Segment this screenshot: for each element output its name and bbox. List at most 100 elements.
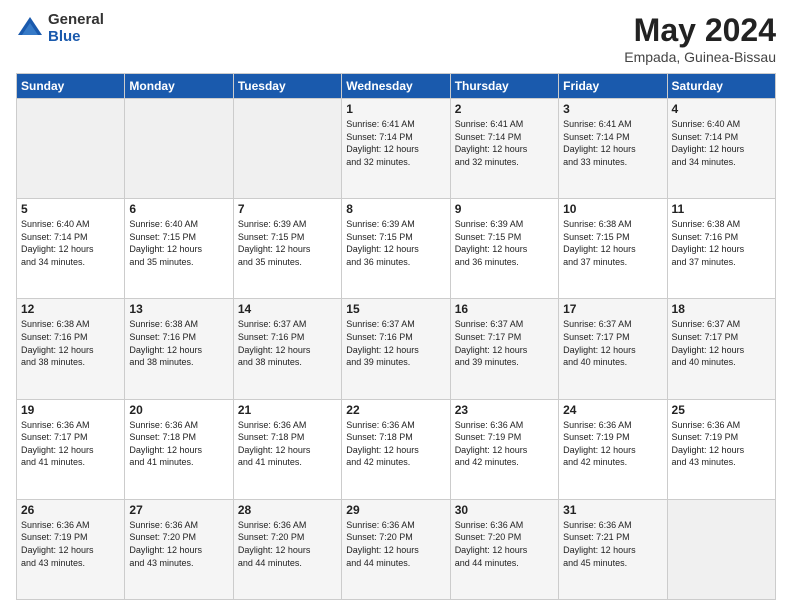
table-row: 22 Sunrise: 6:36 AM Sunset: 7:18 PM Dayli… xyxy=(342,399,450,499)
subtitle: Empada, Guinea-Bissau xyxy=(624,49,776,65)
day-number: 9 xyxy=(455,202,554,216)
day-number: 2 xyxy=(455,102,554,116)
table-row xyxy=(17,99,125,199)
day-info: Sunrise: 6:36 AM Sunset: 7:19 PM Dayligh… xyxy=(672,419,771,469)
table-row: 30 Sunrise: 6:36 AM Sunset: 7:20 PM Dayli… xyxy=(450,499,558,599)
day-number: 23 xyxy=(455,403,554,417)
table-row: 8 Sunrise: 6:39 AM Sunset: 7:15 PM Daylig… xyxy=(342,199,450,299)
table-row: 24Sunrise: 6:36 AM Sunset: 7:19 PM Dayli… xyxy=(559,399,667,499)
calendar-table: Sunday Monday Tuesday Wednesday Thursday… xyxy=(16,73,776,600)
day-info: Sunrise: 6:36 AM Sunset: 7:19 PM Dayligh… xyxy=(455,419,554,469)
day-number: 18 xyxy=(672,302,771,316)
col-tuesday: Tuesday xyxy=(233,74,341,99)
table-row: 28 Sunrise: 6:36 AM Sunset: 7:20 PM Dayli… xyxy=(233,499,341,599)
table-row: 21 Sunrise: 6:36 AM Sunset: 7:18 PM Dayli… xyxy=(233,399,341,499)
day-number: 14 xyxy=(238,302,337,316)
day-info: Sunrise: 6:39 AM Sunset: 7:15 PM Dayligh… xyxy=(346,218,445,268)
day-number: 19 xyxy=(21,403,120,417)
day-info: Sunrise: 6:36 AM Sunset: 7:18 PM Dayligh… xyxy=(346,419,445,469)
day-number: 31 xyxy=(563,503,662,517)
logo-blue: Blue xyxy=(48,29,104,46)
table-row: 31 Sunrise: 6:36 AM Sunset: 7:21 PM Dayli… xyxy=(559,499,667,599)
day-info: Sunrise: 6:36 AM Sunset: 7:20 PM Dayligh… xyxy=(455,519,554,569)
table-row: 15 Sunrise: 6:37 AM Sunset: 7:16 PM Dayli… xyxy=(342,299,450,399)
table-row: 10 Sunrise: 6:38 AM Sunset: 7:15 PM Dayli… xyxy=(559,199,667,299)
day-info: Sunrise: 6:36 AM Sunset: 7:21 PM Dayligh… xyxy=(563,519,662,569)
day-number: 8 xyxy=(346,202,445,216)
day-info: Sunrise: 6:38 AM Sunset: 7:16 PM Dayligh… xyxy=(129,318,228,368)
table-row: 2Sunrise: 6:41 AM Sunset: 7:14 PM Daylig… xyxy=(450,99,558,199)
calendar-week-row: 12 Sunrise: 6:38 AM Sunset: 7:16 PM Dayli… xyxy=(17,299,776,399)
day-number: 12 xyxy=(21,302,120,316)
title-block: May 2024 Empada, Guinea-Bissau xyxy=(624,12,776,65)
day-info: Sunrise: 6:36 AM Sunset: 7:20 PM Dayligh… xyxy=(346,519,445,569)
table-row: 6Sunrise: 6:40 AM Sunset: 7:15 PM Daylig… xyxy=(125,199,233,299)
col-sunday: Sunday xyxy=(17,74,125,99)
table-row: 9Sunrise: 6:39 AM Sunset: 7:15 PM Daylig… xyxy=(450,199,558,299)
col-wednesday: Wednesday xyxy=(342,74,450,99)
day-info: Sunrise: 6:38 AM Sunset: 7:16 PM Dayligh… xyxy=(21,318,120,368)
table-row: 14 Sunrise: 6:37 AM Sunset: 7:16 PM Dayli… xyxy=(233,299,341,399)
day-number: 26 xyxy=(21,503,120,517)
col-monday: Monday xyxy=(125,74,233,99)
day-number: 29 xyxy=(346,503,445,517)
calendar-header-row: Sunday Monday Tuesday Wednesday Thursday… xyxy=(17,74,776,99)
day-number: 28 xyxy=(238,503,337,517)
table-row xyxy=(667,499,775,599)
day-info: Sunrise: 6:36 AM Sunset: 7:18 PM Dayligh… xyxy=(129,419,228,469)
logo-general: General xyxy=(48,12,104,29)
day-number: 22 xyxy=(346,403,445,417)
table-row: 26Sunrise: 6:36 AM Sunset: 7:19 PM Dayli… xyxy=(17,499,125,599)
col-saturday: Saturday xyxy=(667,74,775,99)
day-info: Sunrise: 6:37 AM Sunset: 7:16 PM Dayligh… xyxy=(238,318,337,368)
day-info: Sunrise: 6:37 AM Sunset: 7:17 PM Dayligh… xyxy=(672,318,771,368)
day-number: 7 xyxy=(238,202,337,216)
day-info: Sunrise: 6:40 AM Sunset: 7:14 PM Dayligh… xyxy=(21,218,120,268)
day-number: 5 xyxy=(21,202,120,216)
table-row: 16 Sunrise: 6:37 AM Sunset: 7:17 PM Dayli… xyxy=(450,299,558,399)
col-thursday: Thursday xyxy=(450,74,558,99)
day-number: 21 xyxy=(238,403,337,417)
day-info: Sunrise: 6:36 AM Sunset: 7:18 PM Dayligh… xyxy=(238,419,337,469)
day-number: 24 xyxy=(563,403,662,417)
day-number: 27 xyxy=(129,503,228,517)
day-info: Sunrise: 6:36 AM Sunset: 7:20 PM Dayligh… xyxy=(129,519,228,569)
day-number: 10 xyxy=(563,202,662,216)
day-number: 25 xyxy=(672,403,771,417)
day-number: 20 xyxy=(129,403,228,417)
table-row: 20 Sunrise: 6:36 AM Sunset: 7:18 PM Dayli… xyxy=(125,399,233,499)
day-info: Sunrise: 6:38 AM Sunset: 7:15 PM Dayligh… xyxy=(563,218,662,268)
logo-text: General Blue xyxy=(48,12,104,45)
day-number: 13 xyxy=(129,302,228,316)
table-row: 18 Sunrise: 6:37 AM Sunset: 7:17 PM Dayli… xyxy=(667,299,775,399)
logo-icon xyxy=(16,15,44,43)
table-row: 25 Sunrise: 6:36 AM Sunset: 7:19 PM Dayli… xyxy=(667,399,775,499)
table-row: 29 Sunrise: 6:36 AM Sunset: 7:20 PM Dayli… xyxy=(342,499,450,599)
table-row xyxy=(125,99,233,199)
day-number: 11 xyxy=(672,202,771,216)
day-info: Sunrise: 6:36 AM Sunset: 7:20 PM Dayligh… xyxy=(238,519,337,569)
table-row: 27 Sunrise: 6:36 AM Sunset: 7:20 PM Dayli… xyxy=(125,499,233,599)
col-friday: Friday xyxy=(559,74,667,99)
table-row: 13 Sunrise: 6:38 AM Sunset: 7:16 PM Dayli… xyxy=(125,299,233,399)
day-number: 4 xyxy=(672,102,771,116)
day-number: 30 xyxy=(455,503,554,517)
day-info: Sunrise: 6:37 AM Sunset: 7:16 PM Dayligh… xyxy=(346,318,445,368)
day-info: Sunrise: 6:40 AM Sunset: 7:14 PM Dayligh… xyxy=(672,118,771,168)
day-number: 15 xyxy=(346,302,445,316)
calendar-week-row: 26Sunrise: 6:36 AM Sunset: 7:19 PM Dayli… xyxy=(17,499,776,599)
day-info: Sunrise: 6:41 AM Sunset: 7:14 PM Dayligh… xyxy=(563,118,662,168)
day-info: Sunrise: 6:41 AM Sunset: 7:14 PM Dayligh… xyxy=(346,118,445,168)
day-info: Sunrise: 6:39 AM Sunset: 7:15 PM Dayligh… xyxy=(238,218,337,268)
day-number: 6 xyxy=(129,202,228,216)
calendar-week-row: 1Sunrise: 6:41 AM Sunset: 7:14 PM Daylig… xyxy=(17,99,776,199)
day-info: Sunrise: 6:37 AM Sunset: 7:17 PM Dayligh… xyxy=(455,318,554,368)
page: General Blue May 2024 Empada, Guinea-Bis… xyxy=(0,0,792,612)
header: General Blue May 2024 Empada, Guinea-Bis… xyxy=(16,12,776,65)
day-number: 16 xyxy=(455,302,554,316)
table-row: 4 Sunrise: 6:40 AM Sunset: 7:14 PM Daylig… xyxy=(667,99,775,199)
table-row: 1Sunrise: 6:41 AM Sunset: 7:14 PM Daylig… xyxy=(342,99,450,199)
calendar-week-row: 19Sunrise: 6:36 AM Sunset: 7:17 PM Dayli… xyxy=(17,399,776,499)
day-number: 17 xyxy=(563,302,662,316)
day-info: Sunrise: 6:37 AM Sunset: 7:17 PM Dayligh… xyxy=(563,318,662,368)
